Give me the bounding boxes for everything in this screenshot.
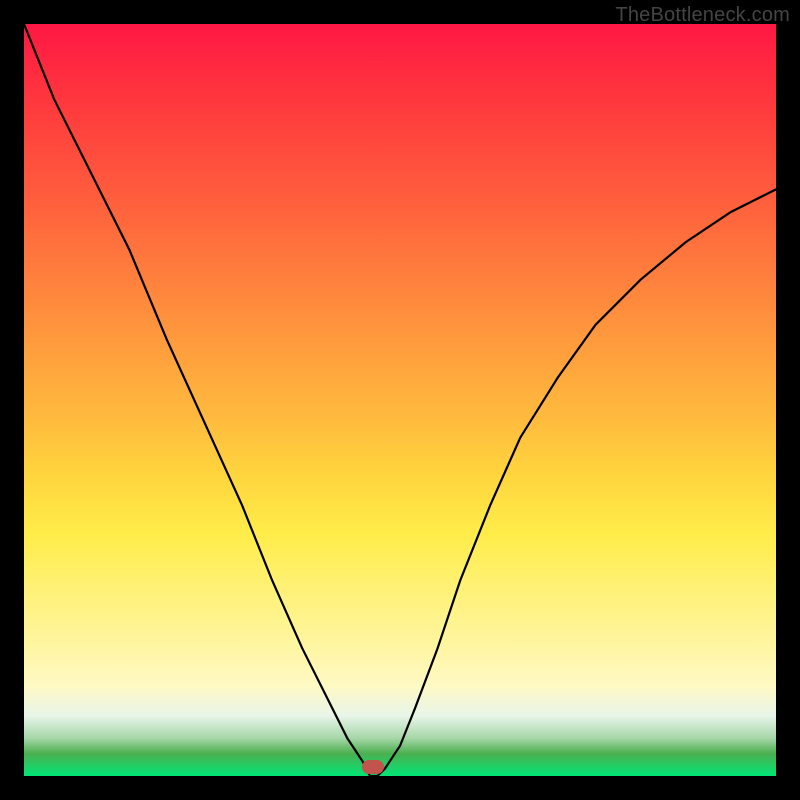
watermark-text: TheBottleneck.com: [615, 4, 790, 27]
chart-plot-area: [24, 24, 776, 776]
optimal-point-marker: [362, 760, 384, 774]
